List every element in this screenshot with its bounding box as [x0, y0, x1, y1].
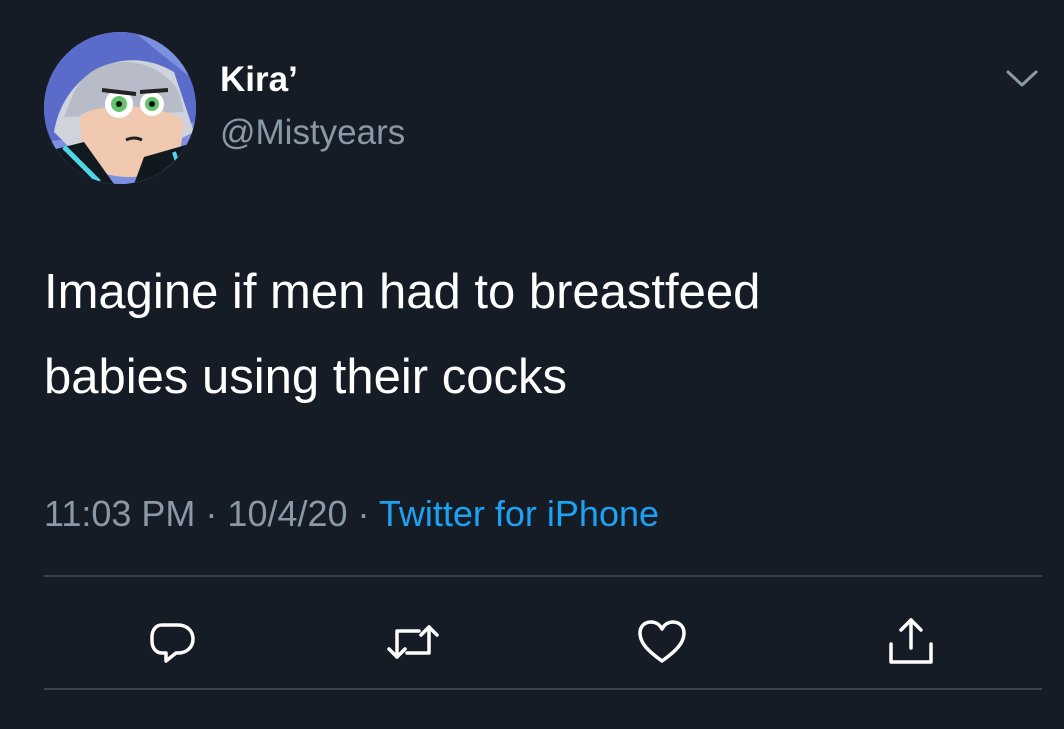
tweet-card: Kira’ @Mistyears Imagine if men had to b… — [0, 0, 1064, 729]
tweet-text: Imagine if men had to breastfeed babies … — [44, 250, 1034, 420]
divider — [44, 688, 1042, 690]
reply-button[interactable] — [141, 610, 205, 674]
retweet-icon — [387, 625, 439, 659]
display-name[interactable]: Kira’ — [220, 62, 298, 97]
tweet-source-link[interactable]: Twitter for iPhone — [379, 493, 659, 534]
share-icon — [889, 618, 933, 664]
meta-separator: · — [347, 493, 379, 534]
tweet-text-line: babies using their cocks — [44, 350, 567, 404]
like-button[interactable] — [630, 610, 694, 674]
tweet-time[interactable]: 11:03 PM — [44, 493, 195, 534]
retweet-button[interactable] — [381, 610, 445, 674]
reply-icon — [150, 623, 195, 663]
tweet-text-line: Imagine if men had to breastfeed — [44, 265, 761, 319]
avatar[interactable] — [44, 32, 196, 184]
avatar-image — [44, 32, 196, 184]
tweet-date[interactable]: 10/4/20 — [227, 493, 347, 534]
chevron-down-icon[interactable] — [1000, 62, 1044, 96]
share-button[interactable] — [879, 610, 943, 674]
meta-separator: · — [195, 493, 228, 534]
divider — [44, 575, 1042, 577]
tweet-meta: 11:03 PM · 10/4/20 · Twitter for iPhone — [44, 496, 659, 532]
user-handle[interactable]: @Mistyears — [220, 115, 405, 150]
heart-icon — [638, 620, 686, 663]
